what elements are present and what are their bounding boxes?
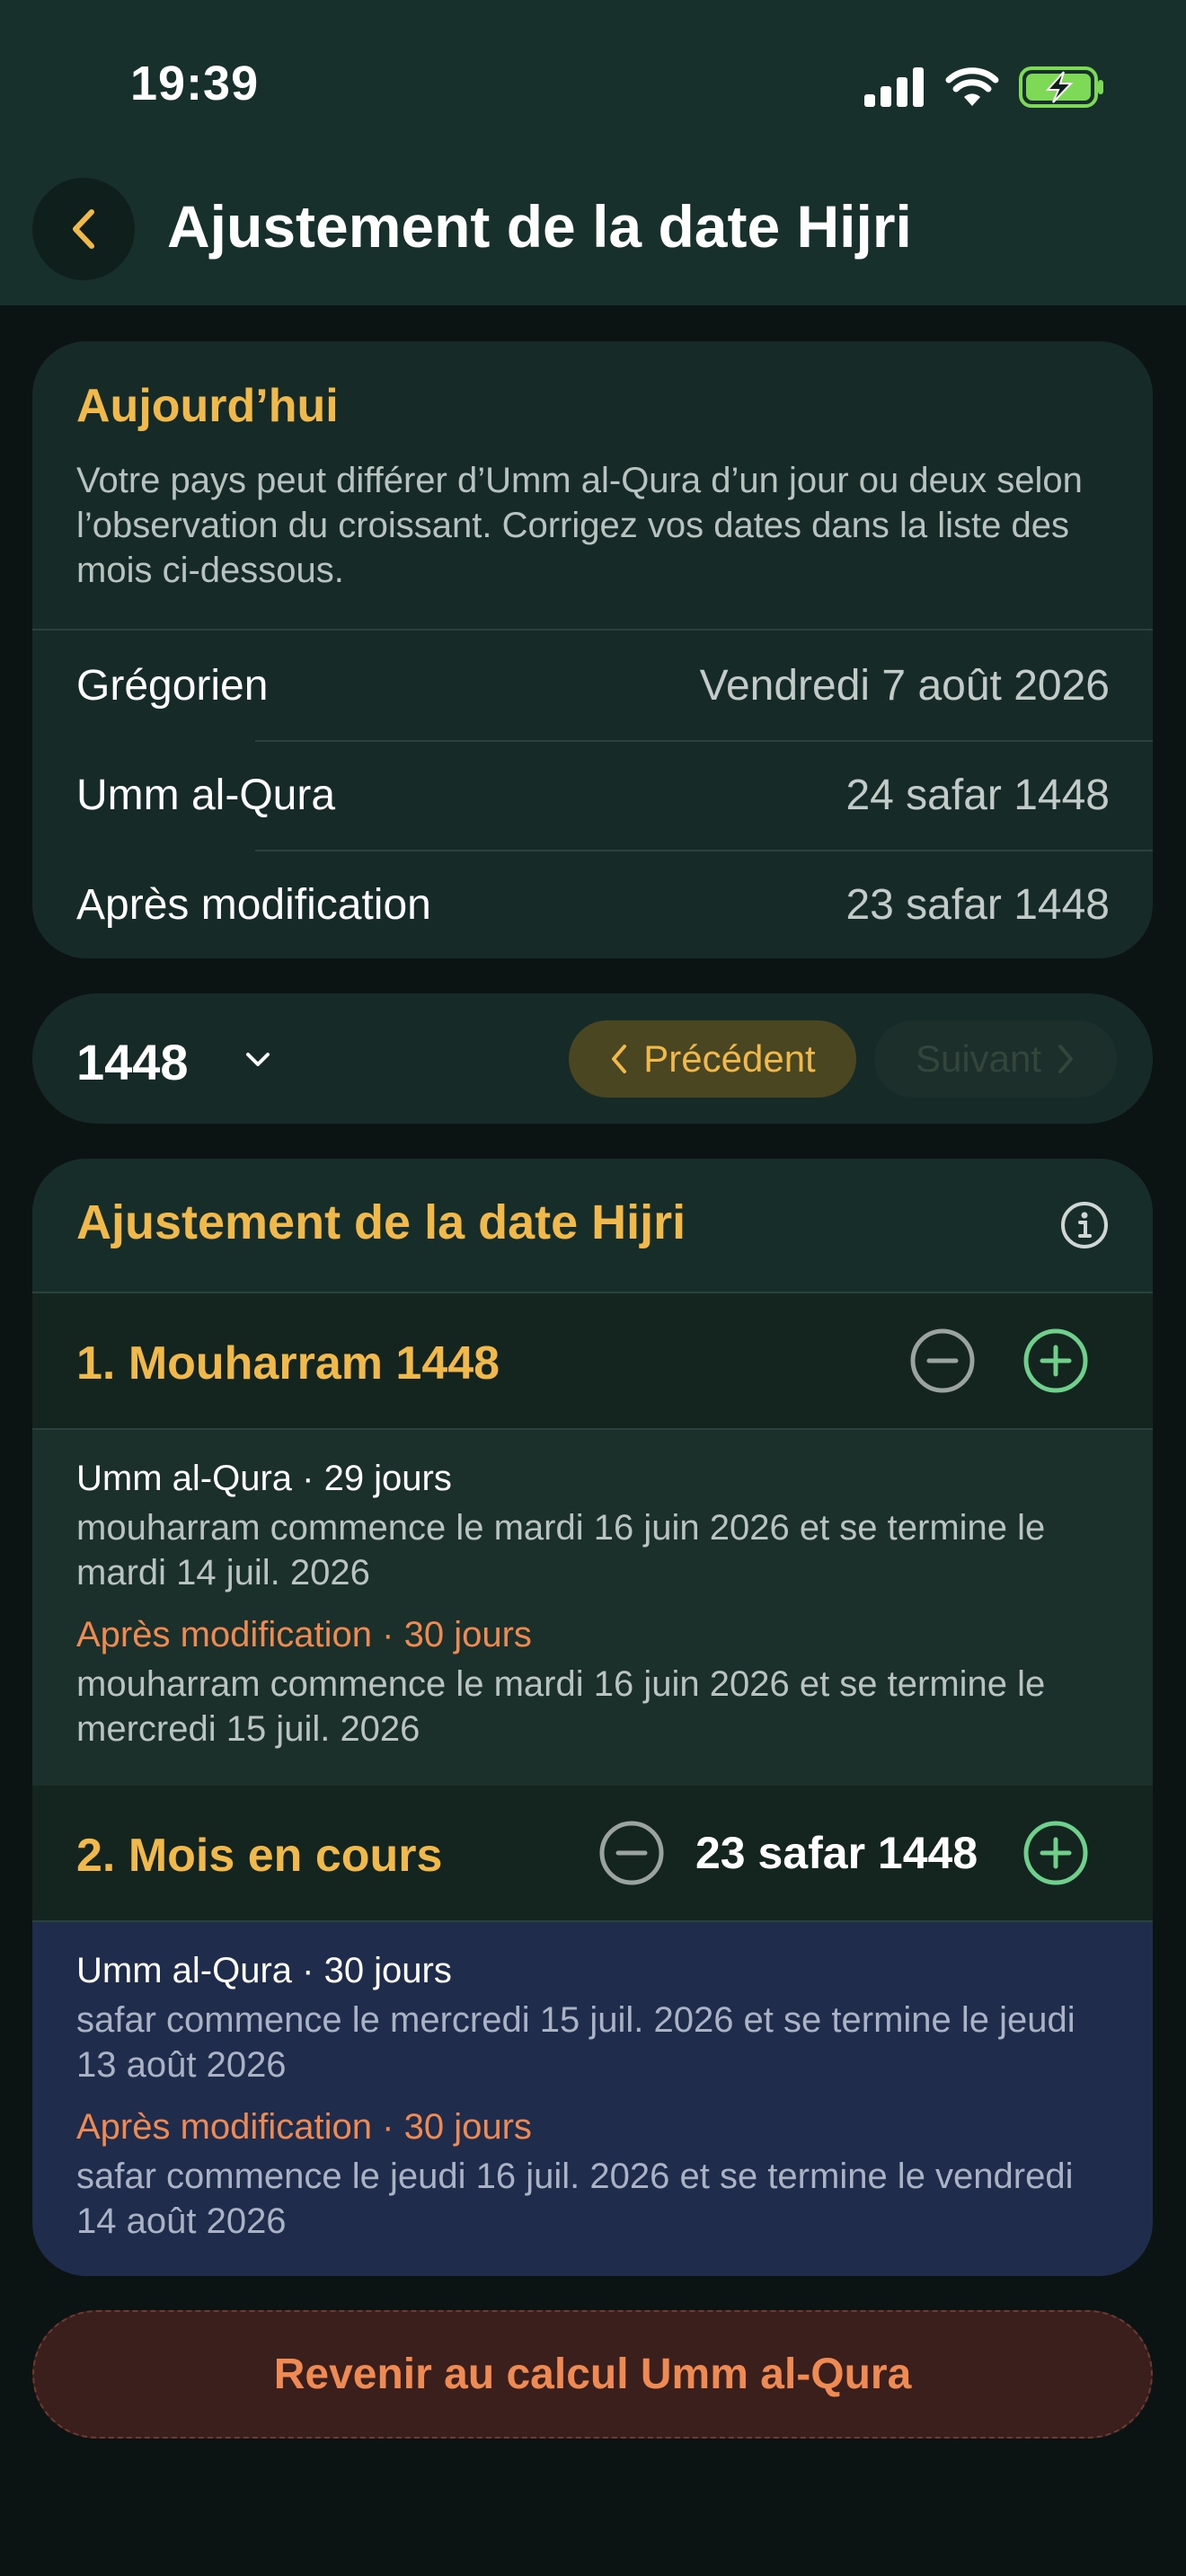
year-selector: 1448 Précédent Suivant bbox=[32, 993, 1153, 1124]
page-title: Ajustement de la date Hijri bbox=[167, 193, 912, 260]
chevron-left-icon bbox=[612, 1045, 627, 1073]
adjustment-card: Ajustement de la date Hijri 1. Mouharram… bbox=[32, 1159, 1153, 2276]
reset-to-umm-al-qura-button[interactable]: Revenir au calcul Umm al-Qura bbox=[32, 2310, 1153, 2439]
month-header: 2. Mois en cours 23 safar 1448 bbox=[32, 1786, 1153, 1920]
adjustment-header: Ajustement de la date Hijri bbox=[32, 1159, 1153, 1293]
wifi-icon bbox=[945, 67, 999, 106]
minus-icon[interactable] bbox=[909, 1328, 976, 1394]
umm-al-qura-value: 24 safar 1448 bbox=[845, 772, 1110, 819]
modified-label: Après modification bbox=[76, 881, 431, 929]
umm-al-qura-text: safar commence le mercredi 15 juil. 2026… bbox=[76, 2000, 1075, 2085]
month-title: 2. Mois en cours bbox=[76, 1830, 443, 1882]
month-details-current: Umm al-Qura · 30 jours safar commence le… bbox=[32, 1922, 1153, 2276]
month-title: 1. Mouharram 1448 bbox=[76, 1337, 500, 1389]
divider bbox=[32, 629, 1153, 631]
next-label: Suivant bbox=[915, 1037, 1042, 1080]
umm-al-qura-text: mouharram commence le mardi 16 juin 2026… bbox=[76, 1508, 1046, 1592]
month-details: Umm al-Qura · 29 jours mouharram commenc… bbox=[32, 1430, 1153, 1786]
divider bbox=[255, 740, 1153, 742]
minus-icon[interactable] bbox=[598, 1820, 665, 1886]
chevron-right-icon bbox=[1058, 1045, 1074, 1073]
modified-text: safar commence le jeudi 16 juil. 2026 et… bbox=[76, 2157, 1074, 2241]
chevron-left-icon bbox=[73, 209, 94, 249]
plus-icon[interactable] bbox=[1022, 1328, 1089, 1394]
divider bbox=[255, 850, 1153, 851]
umm-al-qura-label: Umm al-Qura bbox=[76, 772, 336, 819]
month-header: 1. Mouharram 1448 bbox=[32, 1293, 1153, 1428]
battery-charging-icon bbox=[1019, 66, 1103, 108]
today-card: Aujourd’hui Votre pays peut différer d’U… bbox=[32, 341, 1153, 958]
today-title: Aujourd’hui bbox=[76, 380, 339, 432]
modified-heading: Après modification · 30 jours bbox=[76, 2107, 532, 2147]
next-year-button[interactable]: Suivant bbox=[874, 1020, 1117, 1098]
umm-al-qura-heading: Umm al-Qura · 30 jours bbox=[76, 1951, 452, 1990]
gregorian-label: Grégorien bbox=[76, 662, 269, 710]
signal-icon bbox=[864, 67, 924, 107]
current-hijri-date: 23 safar 1448 bbox=[695, 1828, 978, 1878]
modified-heading: Après modification · 30 jours bbox=[76, 1615, 532, 1654]
year-dropdown[interactable]: 1448 bbox=[76, 1033, 189, 1091]
modified-value: 23 safar 1448 bbox=[845, 881, 1110, 929]
adjustment-title: Ajustement de la date Hijri bbox=[76, 1195, 686, 1249]
today-description: Votre pays peut différer d’Umm al-Qura d… bbox=[76, 461, 1083, 590]
back-button[interactable] bbox=[32, 178, 135, 280]
info-icon[interactable] bbox=[1059, 1200, 1110, 1250]
top-bar: 19:39 Ajustement de la date Hijri bbox=[0, 0, 1186, 305]
modified-text: mouharram commence le mardi 16 juin 2026… bbox=[76, 1664, 1046, 1749]
previous-label: Précédent bbox=[643, 1037, 816, 1080]
plus-icon[interactable] bbox=[1022, 1820, 1089, 1886]
previous-year-button[interactable]: Précédent bbox=[569, 1020, 856, 1098]
chevron-down-icon[interactable] bbox=[244, 1051, 271, 1069]
status-time: 19:39 bbox=[130, 57, 260, 110]
umm-al-qura-heading: Umm al-Qura · 29 jours bbox=[76, 1459, 452, 1498]
gregorian-value: Vendredi 7 août 2026 bbox=[699, 662, 1110, 710]
status-icons bbox=[864, 65, 1105, 110]
